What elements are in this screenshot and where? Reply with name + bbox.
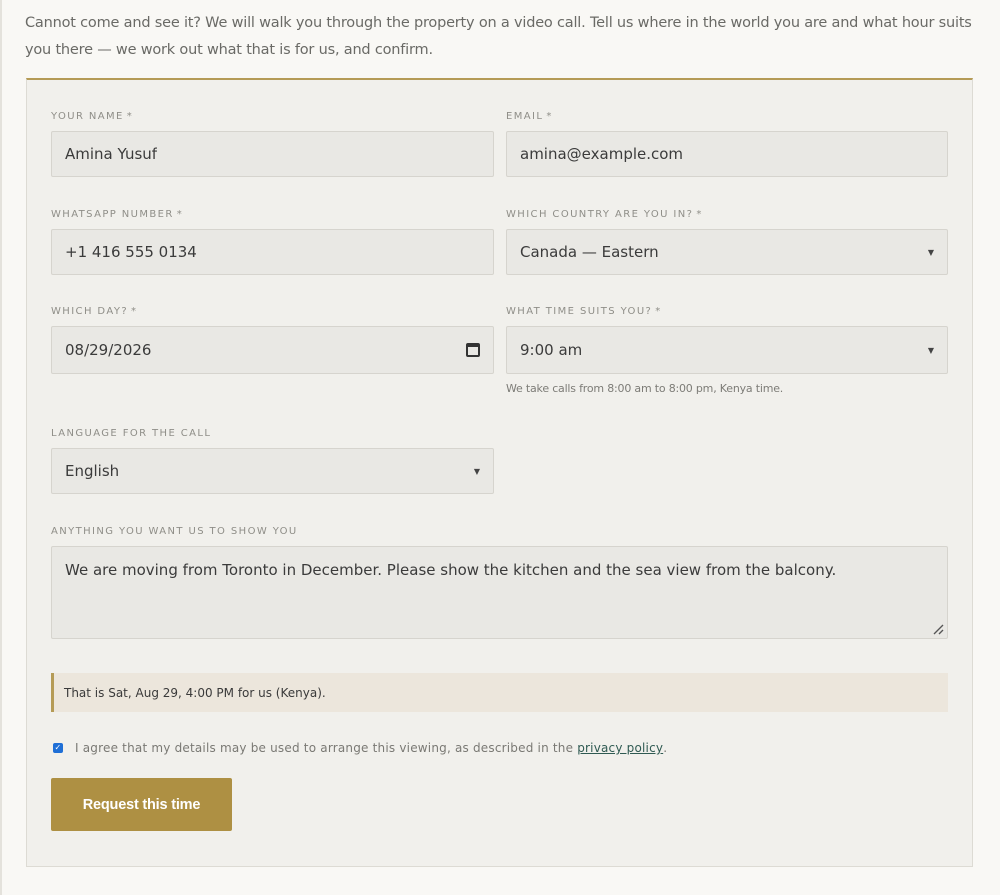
timezone-conversion-notice: That is Sat, Aug 29, 4:00 PM for us (Ken… [51,673,948,712]
day-value: 08/29/2026 [65,341,152,359]
day-date-input[interactable]: 08/29/2026 [51,326,494,374]
notes-value: We are moving from Toronto in December. … [65,561,837,579]
day-label: WHICH DAY? * [51,306,138,317]
check-icon: ✓ [54,743,62,752]
language-label: LANGUAGE FOR THE CALL [51,428,212,439]
intro-text: Cannot come and see it? We will walk you… [25,15,972,58]
whatsapp-label: WHATSAPP NUMBER * [51,209,184,220]
time-value: 9:00 am [520,341,583,359]
whatsapp-input[interactable]: +1 416 555 0134 [51,229,494,275]
chevron-down-icon: ▼ [927,247,934,257]
time-select[interactable]: 9:00 am ▼ [506,326,948,374]
consent-suffix: . [663,741,668,755]
language-value: English [65,462,120,480]
calendar-icon[interactable] [466,343,480,357]
country-select[interactable]: Canada — Eastern ▼ [506,229,948,275]
consent-checkbox[interactable]: ✓ [53,743,63,753]
privacy-policy-link[interactable]: privacy policy [577,741,663,755]
name-input[interactable]: Amina Yusuf [51,131,494,177]
country-value: Canada — Eastern [520,243,659,261]
request-time-button[interactable]: Request this time [51,778,232,831]
chevron-down-icon: ▼ [473,466,480,476]
chevron-down-icon: ▼ [927,345,934,355]
consent-text: I agree that my details may be used to a… [75,741,574,755]
name-value: Amina Yusuf [65,145,158,163]
notes-label: ANYTHING YOU WANT US TO SHOW YOU [51,526,298,537]
notes-textarea[interactable]: We are moving from Toronto in December. … [51,546,948,639]
language-select[interactable]: English ▼ [51,448,494,494]
email-value: amina@example.com [520,145,684,163]
email-label: EMAIL * [506,111,553,122]
video-viewing-form: YOUR NAME * Amina Yusuf EMAIL * amina@exam… [26,78,973,867]
email-input[interactable]: amina@example.com [506,131,948,177]
time-label: WHAT TIME SUITS YOU? * [506,306,662,317]
name-label: YOUR NAME * [51,111,134,122]
notice-text: That is Sat, Aug 29, 4:00 PM for us (Ken… [64,685,326,700]
country-label: WHICH COUNTRY ARE YOU IN? * [506,209,703,220]
whatsapp-value: +1 416 555 0134 [65,243,197,261]
resize-handle-icon[interactable] [932,623,944,635]
time-hint: We take calls from 8:00 am to 8:00 pm, K… [506,382,784,395]
page-edge [0,0,2,895]
consent-row: ✓ I agree that my details may be used to… [53,741,667,755]
